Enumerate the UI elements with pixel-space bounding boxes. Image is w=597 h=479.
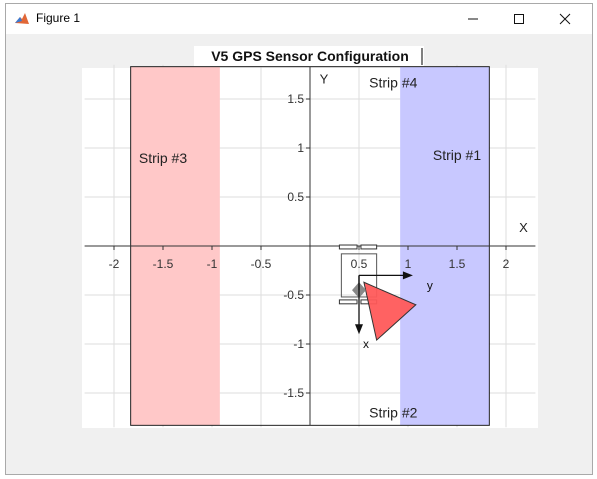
strip-label-4: Strip #4 — [369, 74, 417, 90]
x-tick-label: -1.5 — [153, 257, 174, 271]
strip-label-3: Strip #3 — [139, 150, 187, 166]
close-icon — [559, 13, 571, 25]
strip-label-1: Strip #1 — [433, 147, 481, 163]
x-tick-label: 1 — [405, 257, 412, 271]
robot-wheel — [338, 244, 358, 250]
title-bar: Figure 1 — [6, 4, 592, 34]
y-tick-label: -1.5 — [283, 386, 304, 400]
y-axis-label: Y — [320, 72, 329, 87]
y-tick-label: -1 — [293, 337, 304, 351]
x-tick-label: 0.5 — [351, 257, 368, 271]
figure-canvas: -2 -1.5 -1 -0.5 0.5 1 1.5 2 1.5 1 0.5 -0.5 -1 -1.5 y x… — [6, 34, 592, 474]
x-tick-label: 2 — [503, 257, 510, 271]
robot-axis-y-label: y — [427, 278, 433, 292]
minimize-button[interactable] — [450, 4, 496, 34]
x-tick-label: -0.5 — [251, 257, 272, 271]
x-tick-label: 1.5 — [449, 257, 466, 271]
y-tick-label: 1 — [297, 141, 304, 155]
robot-wheel — [338, 299, 358, 305]
y-tick-label: 0.5 — [287, 190, 304, 204]
y-tick-label: -0.5 — [283, 288, 304, 302]
matlab-icon — [15, 13, 29, 24]
strip-label-2: Strip #2 — [369, 405, 417, 421]
chart-title: V5 GPS Sensor Configuration — [211, 48, 409, 64]
robot-axis-x-label: x — [363, 337, 369, 351]
close-button[interactable] — [542, 4, 588, 34]
y-tick-label: 1.5 — [287, 92, 304, 106]
x-tick-label: -1 — [207, 257, 218, 271]
chart-svg[interactable]: -2 -1.5 -1 -0.5 0.5 1 1.5 2 1.5 1 0.5 -0.5 -1 -1.5 y x… — [6, 34, 592, 474]
maximize-button[interactable] — [496, 4, 542, 34]
x-axis-label: X — [519, 220, 528, 235]
x-tick-label: -2 — [109, 257, 120, 271]
figure-window: Figure 1 -2 -1.5 -1 -0.5 0.5 1 1.5 2 1.5 1 0.5 -0.5… — [5, 3, 593, 475]
maximize-icon — [514, 14, 524, 24]
robot-wheel — [360, 244, 378, 250]
window-title: Figure 1 — [36, 11, 81, 25]
minimize-icon — [468, 18, 478, 20]
